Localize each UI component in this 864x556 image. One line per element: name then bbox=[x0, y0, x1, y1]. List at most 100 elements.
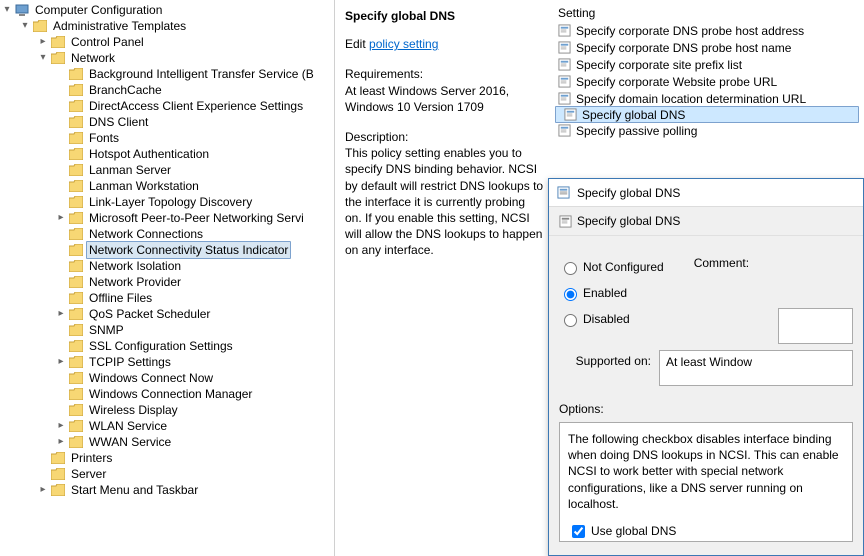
folder-icon bbox=[68, 82, 84, 98]
folder-icon bbox=[68, 434, 84, 450]
tree-node[interactable]: WWAN Service bbox=[0, 434, 334, 450]
folder-icon bbox=[50, 466, 66, 482]
expander-icon[interactable] bbox=[36, 482, 50, 498]
tree-node[interactable]: Network Connections bbox=[0, 226, 334, 242]
tree-node[interactable]: Windows Connect Now bbox=[0, 370, 334, 386]
tree-node[interactable]: DirectAccess Client Experience Settings bbox=[0, 98, 334, 114]
policy-icon bbox=[556, 23, 572, 39]
comment-label: Comment: bbox=[694, 256, 749, 270]
tree-node[interactable]: Link-Layer Topology Discovery bbox=[0, 194, 334, 210]
tree-node[interactable]: Background Intelligent Transfer Service … bbox=[0, 66, 334, 82]
tree-node[interactable]: Lanman Workstation bbox=[0, 178, 334, 194]
expander-icon[interactable] bbox=[36, 34, 50, 50]
tree-node[interactable]: TCPIP Settings bbox=[0, 354, 334, 370]
checkbox-input[interactable] bbox=[572, 525, 585, 538]
expander-icon[interactable] bbox=[36, 50, 50, 66]
tree-node[interactable]: Lanman Server bbox=[0, 162, 334, 178]
tree-node[interactable]: Windows Connection Manager bbox=[0, 386, 334, 402]
edit-policy-link[interactable]: policy setting bbox=[369, 37, 438, 51]
tree-node[interactable]: SNMP bbox=[0, 322, 334, 338]
radio-not-configured[interactable]: Not Configured bbox=[559, 254, 664, 280]
expander-icon[interactable] bbox=[0, 2, 14, 18]
expander-icon[interactable] bbox=[54, 306, 68, 322]
radio-enabled[interactable]: Enabled bbox=[559, 280, 664, 306]
setting-row[interactable]: Specify passive polling bbox=[550, 122, 864, 139]
tree-label: WWAN Service bbox=[88, 434, 172, 450]
tree-node[interactable]: DNS Client bbox=[0, 114, 334, 130]
tree-node[interactable]: WLAN Service bbox=[0, 418, 334, 434]
tree-node[interactable]: Microsoft Peer-to-Peer Networking Servi bbox=[0, 210, 334, 226]
tree-label: Server bbox=[70, 466, 107, 482]
tree-node-computer-config[interactable]: Computer Configuration bbox=[0, 2, 334, 18]
tree-label: Windows Connect Now bbox=[88, 370, 214, 386]
settings-column-header[interactable]: Setting bbox=[550, 4, 864, 22]
tree-label: Wireless Display bbox=[88, 402, 179, 418]
tree-node[interactable]: Offline Files bbox=[0, 290, 334, 306]
tree-node[interactable]: Fonts bbox=[0, 130, 334, 146]
dialog-subtitle: Specify global DNS bbox=[577, 214, 680, 228]
policy-icon bbox=[555, 185, 571, 201]
policy-icon bbox=[556, 74, 572, 90]
folder-icon bbox=[68, 290, 84, 306]
tree-label: Control Panel bbox=[70, 34, 145, 50]
tree-panel[interactable]: Computer Configuration Administrative Te… bbox=[0, 0, 335, 556]
folder-icon bbox=[68, 370, 84, 386]
setting-row[interactable]: Specify corporate DNS probe host address bbox=[550, 22, 864, 39]
folder-icon bbox=[68, 306, 84, 322]
tree-node[interactable]: BranchCache bbox=[0, 82, 334, 98]
tree-node[interactable]: QoS Packet Scheduler bbox=[0, 306, 334, 322]
folder-icon bbox=[68, 130, 84, 146]
folder-icon bbox=[68, 226, 84, 242]
setting-row[interactable]: Specify corporate Website probe URL bbox=[550, 73, 864, 90]
comment-textarea[interactable] bbox=[778, 308, 853, 344]
folder-icon bbox=[68, 98, 84, 114]
options-text: The following checkbox disables interfac… bbox=[568, 431, 844, 512]
expander-icon[interactable] bbox=[18, 18, 32, 34]
radio-input-not-configured[interactable] bbox=[564, 262, 577, 275]
requirements-text: At least Windows Server 2016, Windows 10… bbox=[345, 83, 544, 115]
expander-icon[interactable] bbox=[54, 418, 68, 434]
radio-input-disabled[interactable] bbox=[564, 314, 577, 327]
policy-icon bbox=[556, 91, 572, 107]
tree-node-printers[interactable]: Printers bbox=[0, 450, 334, 466]
folder-icon bbox=[68, 146, 84, 162]
expander-icon[interactable] bbox=[54, 354, 68, 370]
setting-row[interactable]: Specify domain location determination UR… bbox=[550, 90, 864, 107]
checkbox-label: Use global DNS bbox=[591, 523, 676, 539]
options-label: Options: bbox=[559, 402, 853, 416]
folder-icon bbox=[68, 162, 84, 178]
tree-label: Link-Layer Topology Discovery bbox=[88, 194, 253, 210]
tree-node-control-panel[interactable]: Control Panel bbox=[0, 34, 334, 50]
folder-icon bbox=[50, 450, 66, 466]
tree-label: Network Connectivity Status Indicator bbox=[86, 241, 291, 259]
radio-disabled[interactable]: Disabled bbox=[559, 306, 664, 332]
tree-node[interactable]: Hotspot Authentication bbox=[0, 146, 334, 162]
tree-node-server[interactable]: Server bbox=[0, 466, 334, 482]
radio-input-enabled[interactable] bbox=[564, 288, 577, 301]
tree-node[interactable]: Network Provider bbox=[0, 274, 334, 290]
use-global-dns-checkbox[interactable]: Use global DNS bbox=[568, 522, 844, 541]
setting-label: Specify corporate DNS probe host name bbox=[576, 41, 791, 55]
policy-icon bbox=[556, 40, 572, 56]
tree-node-admin-templates[interactable]: Administrative Templates bbox=[0, 18, 334, 34]
setting-label: Specify corporate site prefix list bbox=[576, 58, 742, 72]
policy-dialog: Specify global DNS Specify global DNS No… bbox=[548, 178, 864, 556]
setting-row[interactable]: Specify corporate site prefix list bbox=[550, 56, 864, 73]
radio-group: Not Configured Enabled Disabled bbox=[559, 254, 664, 332]
expander-icon[interactable] bbox=[54, 434, 68, 450]
tree-label: Lanman Workstation bbox=[88, 178, 200, 194]
dialog-titlebar[interactable]: Specify global DNS bbox=[549, 179, 863, 207]
expander-icon[interactable] bbox=[54, 210, 68, 226]
tree-label: Computer Configuration bbox=[34, 2, 163, 18]
policy-icon bbox=[556, 123, 572, 139]
tree-node[interactable]: Network Isolation bbox=[0, 258, 334, 274]
tree-node[interactable]: Wireless Display bbox=[0, 402, 334, 418]
policy-icon bbox=[562, 107, 578, 123]
tree-node-start-menu[interactable]: Start Menu and Taskbar bbox=[0, 482, 334, 498]
tree-label: Network Isolation bbox=[88, 258, 182, 274]
tree-node-network[interactable]: Network bbox=[0, 50, 334, 66]
tree-node[interactable]: Network Connectivity Status Indicator bbox=[0, 242, 334, 258]
tree-node[interactable]: SSL Configuration Settings bbox=[0, 338, 334, 354]
setting-row[interactable]: Specify global DNS bbox=[555, 106, 859, 123]
setting-row[interactable]: Specify corporate DNS probe host name bbox=[550, 39, 864, 56]
